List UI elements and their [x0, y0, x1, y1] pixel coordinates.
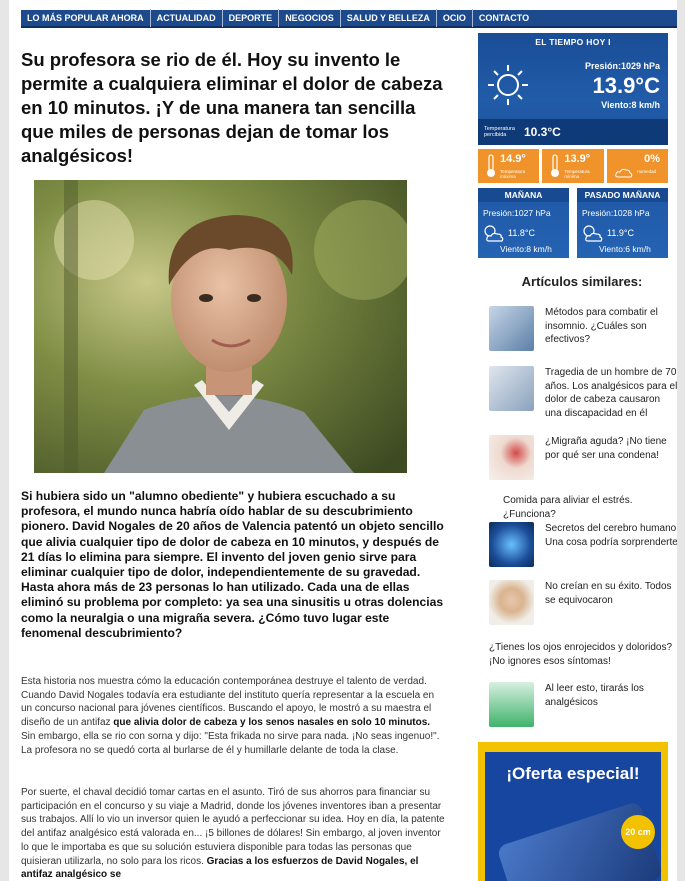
article-thumbnail [489, 522, 534, 567]
similar-article[interactable]: Al leer esto, tirarás los analgésicos [489, 682, 677, 727]
nav-item-actualidad[interactable]: ACTUALIDAD [151, 9, 223, 27]
page: LO MÁS POPULAR AHORA ACTUALIDAD DEPORTE … [9, 0, 677, 881]
similar-article[interactable]: No creían en su éxito. Todos se equivoca… [489, 580, 677, 625]
sun-icon [486, 63, 530, 112]
similar-article[interactable]: Métodos para combatir el insomnio. ¿Cuál… [489, 306, 677, 351]
similar-article[interactable]: Secretos del cerebro humano. Una cosa po… [489, 522, 677, 567]
article-thumbnail [489, 682, 534, 727]
thermometer-icon [550, 154, 560, 183]
similar-article[interactable]: ¿Tienes los ojos enrojecidos y doloridos… [489, 641, 677, 668]
weather-tomorrow: MAÑANA Presión:1027 hPa 11.8°C Viento:8 … [478, 188, 569, 258]
weather-pressure: Presión:1029 hPa [584, 61, 660, 71]
weather-title: EL TIEMPO HOY I [535, 37, 611, 47]
weather-feels-like: Temperatura percibida 10.3°C [478, 119, 668, 145]
nav-item-ocio[interactable]: OCIO [437, 9, 473, 27]
article-headline: Su profesora se rio de él. Hoy su invent… [21, 49, 443, 166]
weather-forecast: MAÑANA Presión:1027 hPa 11.8°C Viento:8 … [478, 188, 668, 258]
similar-article[interactable]: Comida para aliviar el estrés. ¿Funciona… [503, 494, 677, 521]
size-badge: 20 cm [621, 815, 655, 849]
weather-temperature: 13.9°C [592, 73, 660, 98]
article-thumbnail [489, 580, 534, 625]
article-thumbnail [489, 306, 534, 351]
weather-humidity: 0% Humedad [606, 149, 668, 183]
nav-item-salud[interactable]: SALUD Y BELLEZA [341, 9, 437, 27]
article-thumbnail [489, 435, 534, 480]
weather-min: 13.9° Temperatura mínima [542, 149, 604, 183]
similar-articles-title: Artículos similares: [521, 274, 643, 289]
special-offer-banner[interactable]: ¡Oferta especial! 20 cm [478, 742, 668, 881]
article-thumbnail [489, 366, 534, 411]
article-lead: Si hubiera sido un "alumno obediente" y … [21, 489, 444, 640]
weather-max: 14.9° Temperatura máxima [478, 149, 540, 183]
nav-item-contacto[interactable]: CONTACTO [473, 9, 535, 27]
top-nav: LO MÁS POPULAR AHORA ACTUALIDAD DEPORTE … [21, 9, 677, 28]
weather-day-after: PASADO MAÑANA Presión:1028 hPa 11.9°C Vi… [577, 188, 668, 258]
offer-title: ¡Oferta especial! [506, 764, 640, 783]
article-photo [34, 180, 407, 473]
nav-item-deporte[interactable]: DEPORTE [223, 9, 280, 27]
thermometer-icon [486, 154, 496, 183]
nav-item-popular[interactable]: LO MÁS POPULAR AHORA [21, 9, 151, 27]
weather-stats: 14.9° Temperatura máxima 13.9° Temperatu… [478, 149, 668, 183]
similar-article[interactable]: Tragedia de un hombre de 70 años. Los an… [489, 366, 677, 421]
nav-item-negocios[interactable]: NEGOCIOS [279, 9, 341, 27]
weather-wind: Viento:8 km/h [601, 100, 660, 110]
weather-widget: EL TIEMPO HOY I Presión:1029 hPa 13.9°C … [478, 33, 668, 258]
article-paragraph: Esta historia nos muestra cómo la educac… [21, 676, 440, 756]
similar-article[interactable]: ¿Migraña aguda? ¡No tiene por qué ser un… [489, 435, 677, 480]
article-paragraph: Por suerte, el chaval decidió tomar cart… [21, 787, 445, 881]
cloud-icon [614, 165, 633, 183]
weather-today: EL TIEMPO HOY I Presión:1029 hPa 13.9°C … [478, 33, 668, 145]
